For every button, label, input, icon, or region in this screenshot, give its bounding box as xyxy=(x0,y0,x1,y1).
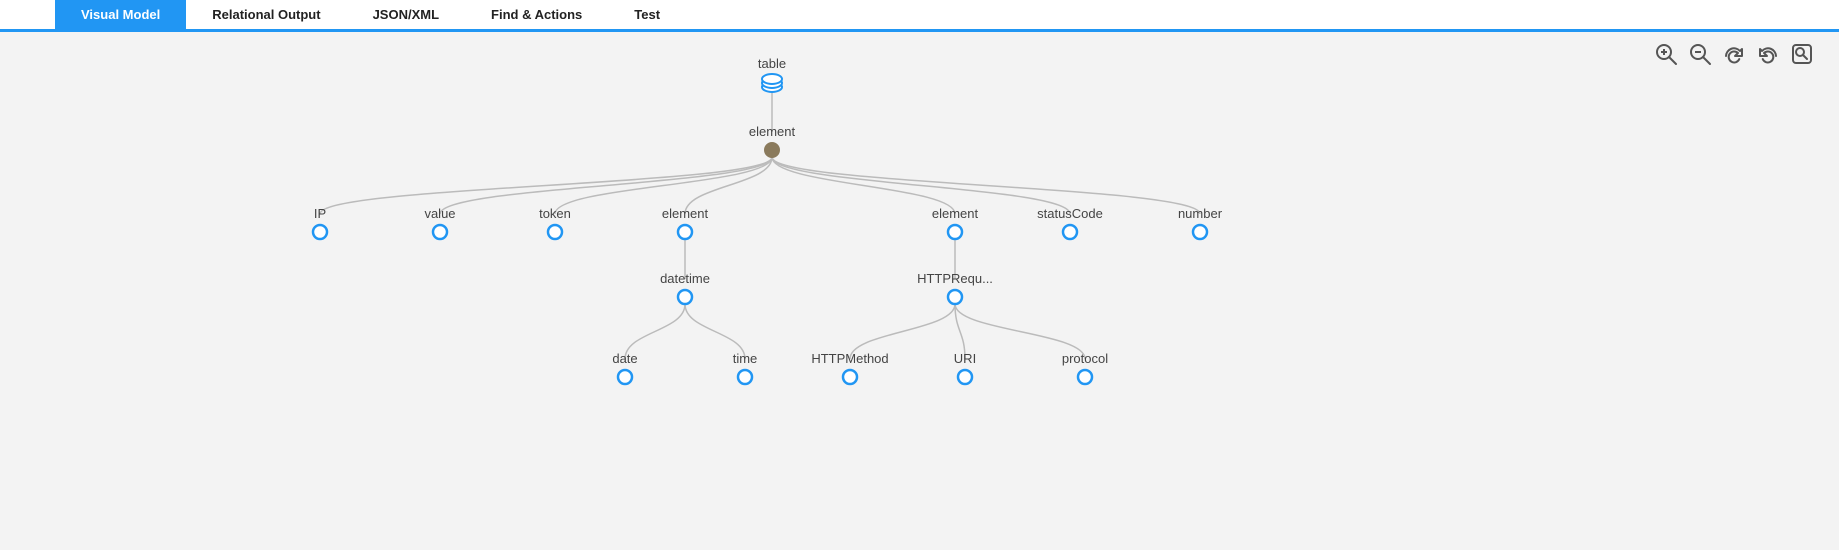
tree-node-label: datetime xyxy=(660,271,710,286)
tree-node-label: time xyxy=(733,351,758,366)
tab-visual-model[interactable]: Visual Model xyxy=(55,0,186,31)
node-ring-icon xyxy=(548,225,562,239)
redo-icon[interactable] xyxy=(1722,42,1746,66)
tree-svg[interactable]: table element IP value token element element st… xyxy=(0,32,1839,550)
tree-node-label: value xyxy=(424,206,455,221)
tree-node-label: element xyxy=(932,206,979,221)
tab-test[interactable]: Test xyxy=(608,0,686,31)
node-ring-icon xyxy=(618,370,632,384)
tree-node-IP[interactable]: IP xyxy=(313,206,327,239)
node-solid-icon xyxy=(765,143,779,157)
node-ring-icon xyxy=(433,225,447,239)
tree-canvas[interactable]: table element IP value token element element st… xyxy=(0,32,1839,550)
zoom-out-icon[interactable] xyxy=(1688,42,1712,66)
undo-icon[interactable] xyxy=(1756,42,1780,66)
tree-node-value[interactable]: value xyxy=(424,206,455,239)
tree-node-element2[interactable]: element xyxy=(932,206,979,239)
node-ring-icon xyxy=(1078,370,1092,384)
node-ring-icon xyxy=(678,290,692,304)
tree-node-label: number xyxy=(1178,206,1223,221)
tab-relational-output[interactable]: Relational Output xyxy=(186,0,346,31)
tree-link xyxy=(440,157,772,214)
fit-to-screen-icon[interactable] xyxy=(1790,42,1814,66)
tree-node-label: token xyxy=(539,206,571,221)
tree-node-label: URI xyxy=(954,351,976,366)
tree-node-label: element xyxy=(749,124,796,139)
tree-node-label: HTTPMethod xyxy=(811,351,888,366)
tab-json-xml[interactable]: JSON/XML xyxy=(347,0,465,31)
zoom-in-icon[interactable] xyxy=(1654,42,1678,66)
tree-link xyxy=(772,157,1200,214)
node-ring-icon xyxy=(678,225,692,239)
tree-node-label: element xyxy=(662,206,709,221)
tree-node-datetime[interactable]: datetime xyxy=(660,271,710,304)
node-ring-icon xyxy=(313,225,327,239)
tree-node-date[interactable]: date xyxy=(612,351,637,384)
node-ring-icon xyxy=(1193,225,1207,239)
tab-find-actions[interactable]: Find & Actions xyxy=(465,0,608,31)
node-ring-icon xyxy=(738,370,752,384)
tree-node-statusCode[interactable]: statusCode xyxy=(1037,206,1103,239)
node-ring-icon xyxy=(948,290,962,304)
tree-node-time[interactable]: time xyxy=(733,351,758,384)
canvas-toolbar xyxy=(1654,42,1814,66)
node-ring-icon xyxy=(1063,225,1077,239)
node-ring-icon xyxy=(843,370,857,384)
tree-node-token[interactable]: token xyxy=(539,206,571,239)
tree-node-number[interactable]: number xyxy=(1178,206,1223,239)
tree-node-label: date xyxy=(612,351,637,366)
node-ring-icon xyxy=(958,370,972,384)
tree-node-HTTPMethod[interactable]: HTTPMethod xyxy=(811,351,888,384)
tree-node-element0[interactable]: element xyxy=(749,124,796,157)
tree-node-protocol[interactable]: protocol xyxy=(1062,351,1108,384)
tree-node-element1[interactable]: element xyxy=(662,206,709,239)
tree-node-label: statusCode xyxy=(1037,206,1103,221)
tree-node-label: table xyxy=(758,56,786,71)
tabs-bar: Visual Model Relational Output JSON/XML … xyxy=(0,0,1839,32)
tree-node-HTTPRequ[interactable]: HTTPRequ... xyxy=(917,271,993,304)
tree-node-label: IP xyxy=(314,206,326,221)
tree-node-URI[interactable]: URI xyxy=(954,351,976,384)
node-ring-icon xyxy=(948,225,962,239)
tree-node-table[interactable]: table xyxy=(758,56,786,92)
tree-link xyxy=(772,157,1070,214)
tree-node-label: HTTPRequ... xyxy=(917,271,993,286)
database-icon xyxy=(762,74,782,92)
tree-node-label: protocol xyxy=(1062,351,1108,366)
